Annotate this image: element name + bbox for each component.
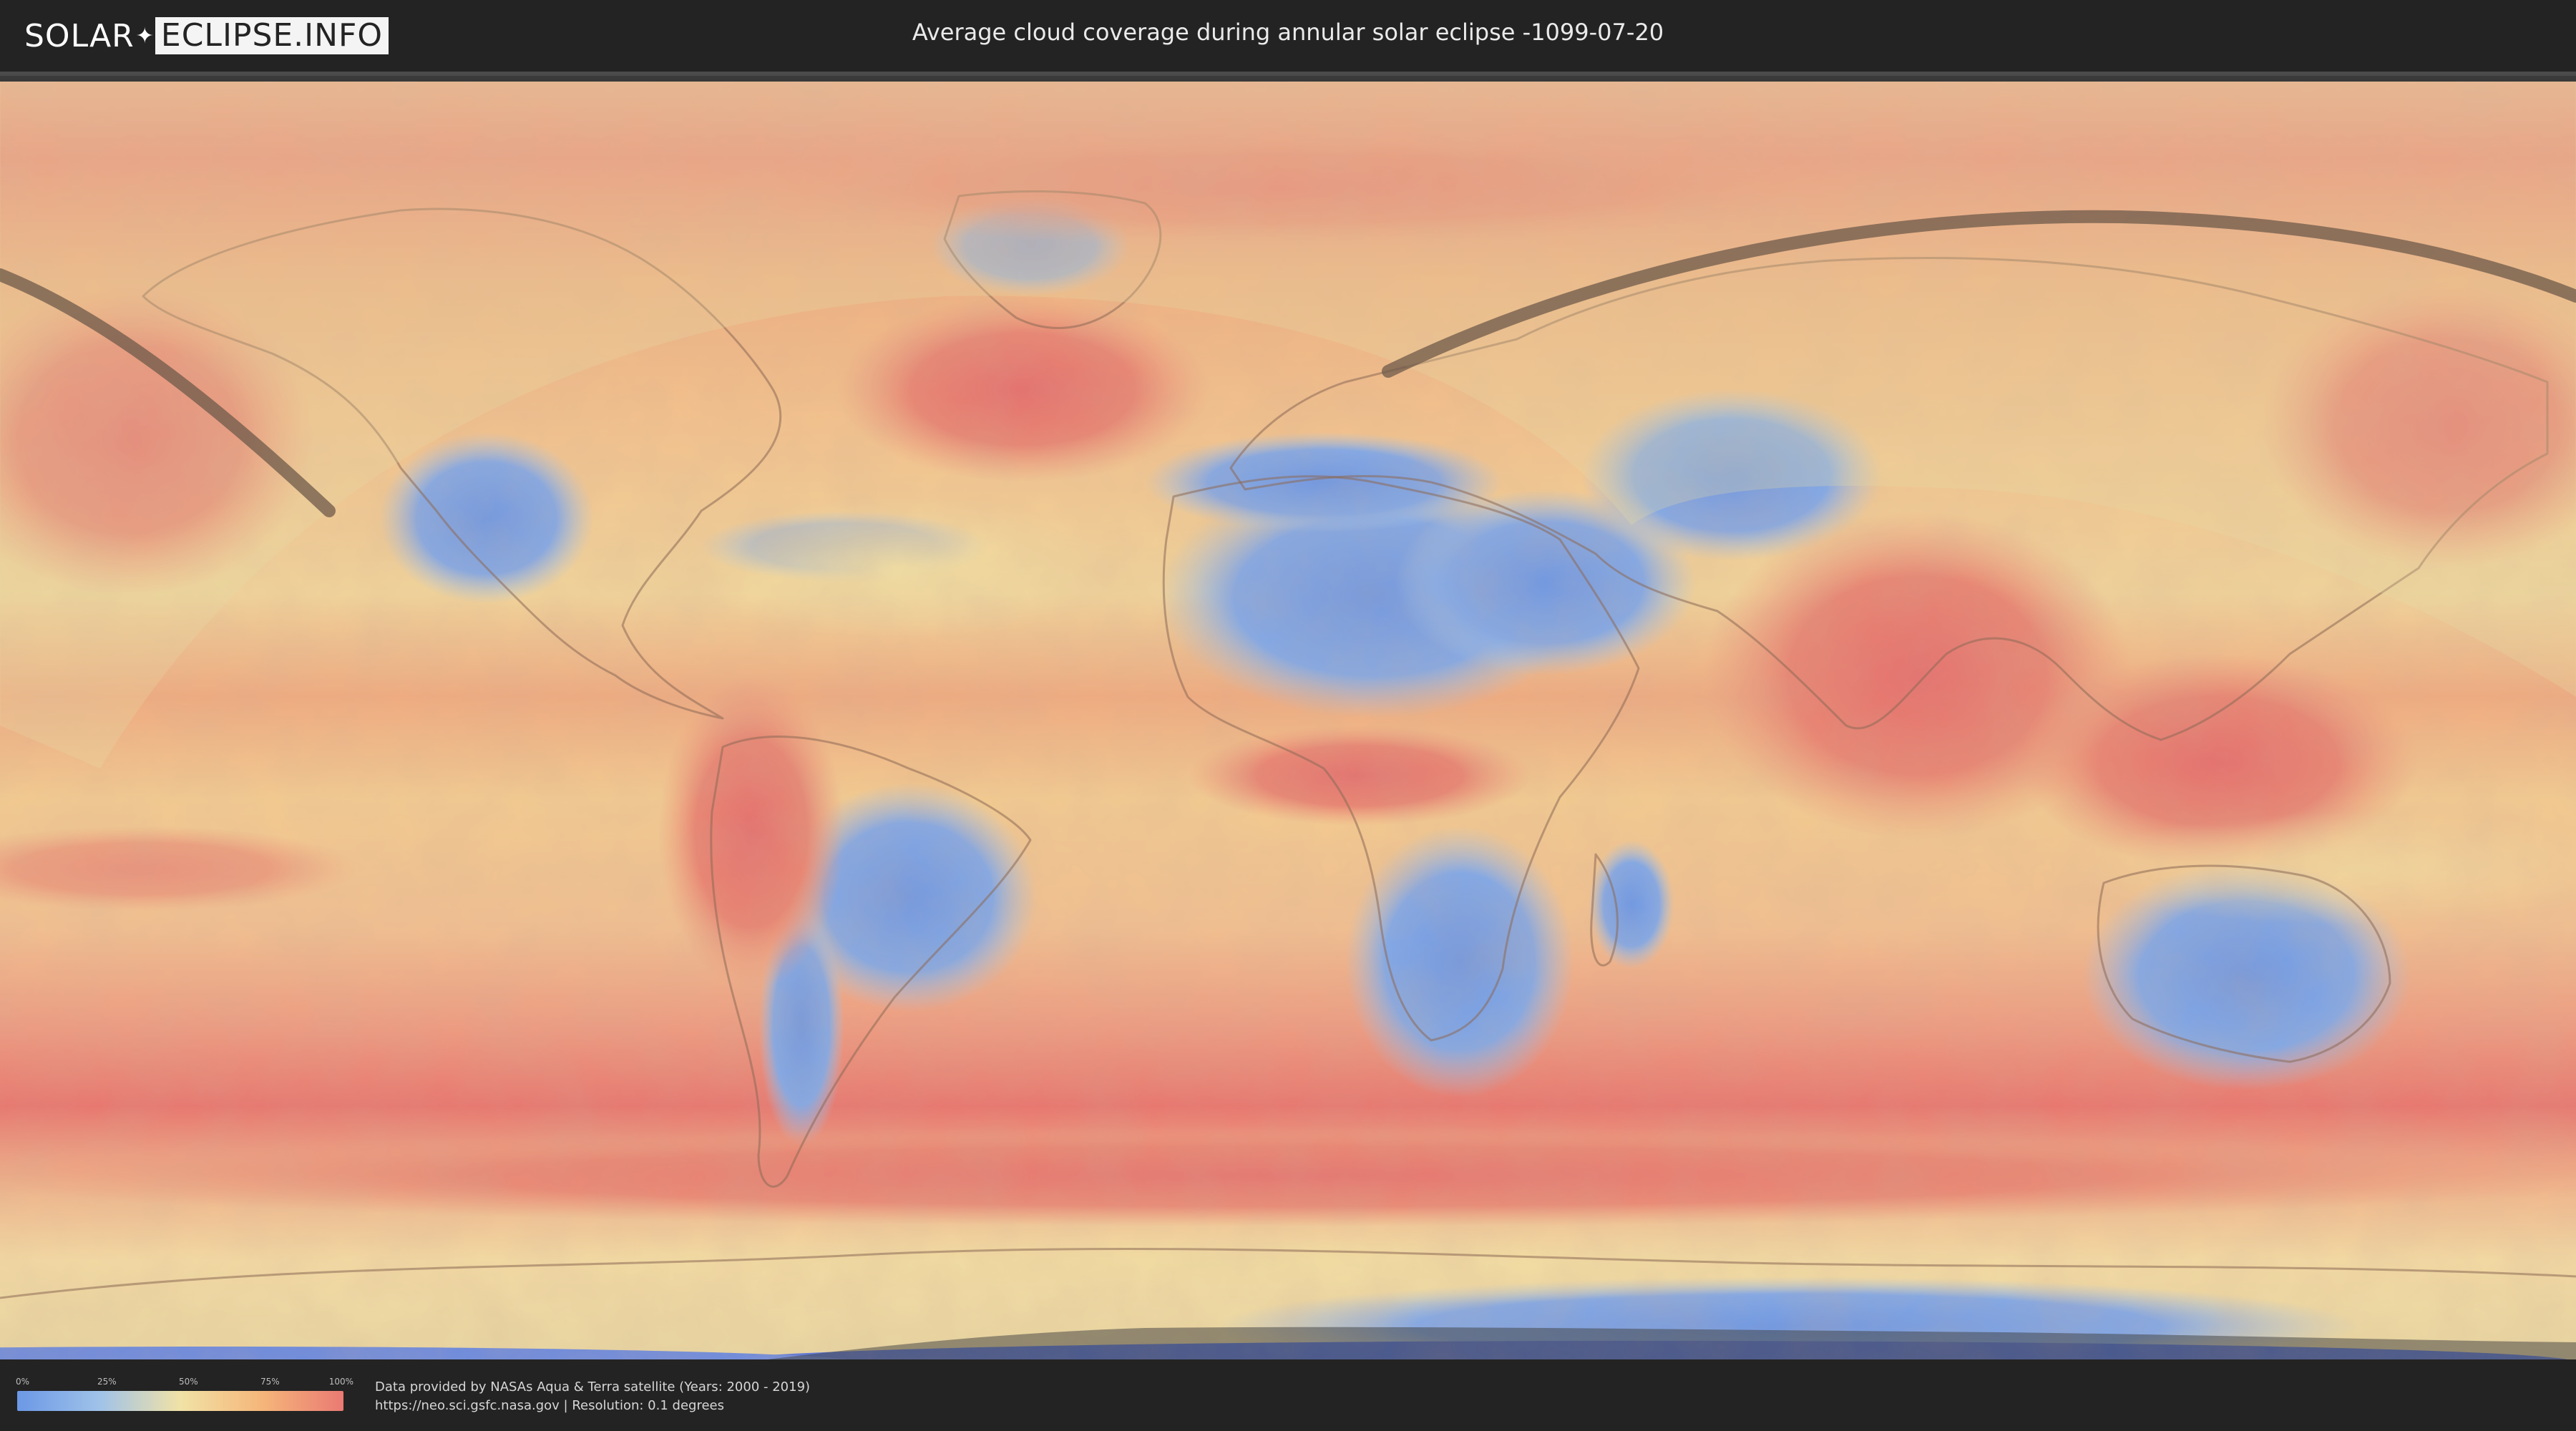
footer-bar: 0% 25% 50% 75% 100% Data provided by NAS… [0, 1359, 2576, 1431]
map-frame [0, 72, 2576, 1364]
legend-tick-25: 25% [97, 1377, 117, 1387]
legend-color-bar [17, 1391, 343, 1411]
page-title: Average cloud coverage during annular so… [912, 19, 1664, 46]
header-bar: SOLAR ✦ ECLIPSE.INFO Average cloud cover… [0, 0, 2576, 72]
legend-tick-0: 0% [16, 1377, 30, 1387]
legend-ticks: 0% 25% 50% 75% 100% [16, 1377, 353, 1388]
data-credit-text: Data provided by NASAs Aqua & Terra sate… [375, 1379, 811, 1395]
legend-tick-75: 75% [260, 1377, 280, 1387]
data-source-link[interactable]: https://neo.sci.gsfc.nasa.gov | Resoluti… [375, 1398, 724, 1413]
legend-tick-50: 50% [179, 1377, 198, 1387]
legend-tick-100: 100% [328, 1377, 354, 1387]
cloud-coverage-map[interactable] [0, 82, 2576, 1362]
